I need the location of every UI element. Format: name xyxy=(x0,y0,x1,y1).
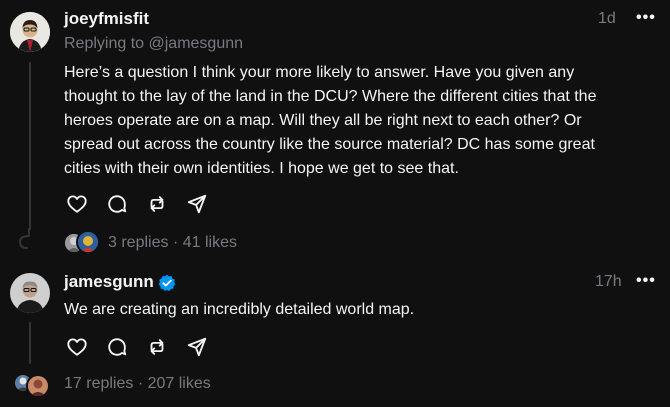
send-icon xyxy=(187,194,207,214)
repost-icon xyxy=(150,339,164,355)
reply-more-button[interactable]: ••• xyxy=(636,272,656,290)
like-button[interactable] xyxy=(64,334,90,360)
replier-avatar xyxy=(76,230,100,254)
thread-line xyxy=(29,322,31,364)
post-body: Here’s a question I think your more like… xyxy=(64,61,664,181)
send-icon xyxy=(187,337,207,357)
replying-prefix: Replying to xyxy=(64,35,149,52)
repost-button[interactable] xyxy=(144,191,170,217)
reply-stats: 17 replies · 207 likes xyxy=(64,375,211,393)
stats-separator: · xyxy=(172,234,179,251)
heart-icon xyxy=(67,338,87,356)
thread-line xyxy=(29,62,31,230)
post-line: spread out across the country like the s… xyxy=(64,136,595,153)
avatar-joeyfmisfit[interactable] xyxy=(10,12,50,52)
post-stats: 3 replies · 41 likes xyxy=(108,234,237,252)
post-replies-count[interactable]: 3 replies xyxy=(108,234,168,251)
post-more-button[interactable]: ••• xyxy=(636,9,656,27)
post-line: thought to the lay of the land in the DC… xyxy=(64,88,597,105)
share-button[interactable] xyxy=(184,191,210,217)
share-button[interactable] xyxy=(184,334,210,360)
post-line: cities with their own identities. I hope… xyxy=(64,160,459,177)
comment-button[interactable] xyxy=(104,334,130,360)
replying-to-link[interactable]: @jamesgunn xyxy=(149,35,244,52)
reply-body: We are creating an incredibly detailed w… xyxy=(64,301,415,318)
post-timestamp: 1d xyxy=(598,10,616,27)
like-button[interactable] xyxy=(64,191,90,217)
reply-author[interactable]: jamesgunn xyxy=(64,272,154,292)
comment-icon xyxy=(108,195,127,213)
comment-icon xyxy=(108,338,127,356)
post-author[interactable]: joeyfmisfit xyxy=(64,9,149,29)
avatar-jamesgunn[interactable] xyxy=(10,273,50,313)
reply-timestamp: 17h xyxy=(595,273,622,290)
post-actions xyxy=(64,191,210,217)
post-likes-count[interactable]: 41 likes xyxy=(183,234,237,251)
heart-icon xyxy=(67,195,87,213)
post-line: Here’s a question I think your more like… xyxy=(64,64,575,81)
comment-button[interactable] xyxy=(104,191,130,217)
replier-avatar xyxy=(26,374,50,398)
reply-actions xyxy=(64,334,210,360)
replying-to: Replying to @jamesgunn xyxy=(64,35,243,53)
verified-badge-icon xyxy=(158,274,176,292)
reply-replies-count[interactable]: 17 replies xyxy=(64,375,133,392)
reply-likes-count[interactable]: 207 likes xyxy=(148,375,211,392)
post-line: heroes operate are on a map. Will they a… xyxy=(64,112,582,129)
stats-separator: · xyxy=(137,375,144,392)
repost-button[interactable] xyxy=(144,334,170,360)
repost-icon xyxy=(150,196,164,212)
thread-connector-icon xyxy=(18,228,30,249)
